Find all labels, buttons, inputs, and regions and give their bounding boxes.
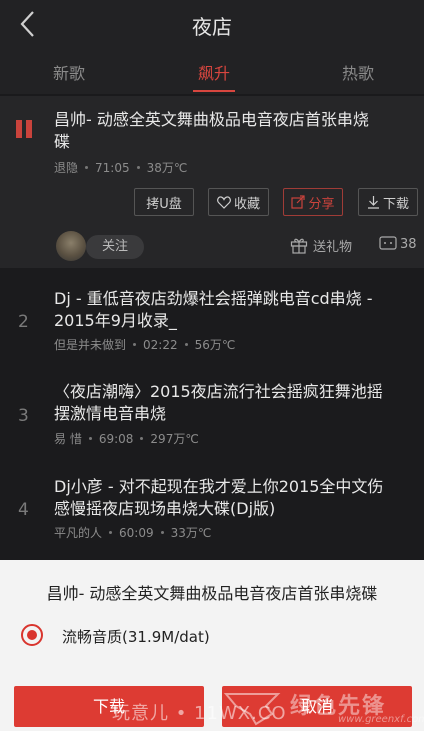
active-tab-indicator: [193, 90, 235, 92]
watermark-logo: 绿色先锋 www.greenxf.com: [222, 688, 424, 728]
download-label: 下载: [382, 196, 409, 212]
watermark-url: www.greenxf.com: [338, 714, 424, 725]
comments-button[interactable]: 38: [379, 236, 417, 252]
tab-new-songs[interactable]: 新歌: [29, 60, 109, 84]
top-bar: 夜店: [0, 0, 424, 52]
song-meta: 平凡的人 60:09 33万℃: [54, 526, 212, 540]
comment-count: 38: [400, 236, 417, 252]
gift-label: 送礼物: [313, 240, 353, 255]
follow-button[interactable]: 关注: [86, 235, 144, 259]
heart-icon: [217, 195, 231, 209]
tab-hot-songs[interactable]: 热歌: [318, 60, 398, 84]
favorite-button[interactable]: 收藏: [208, 188, 269, 216]
song-title: 〈夜店潮嗨〉2015夜店流行社会摇疯狂舞池摇 摆激情电音串烧: [54, 382, 383, 423]
song-title: Dj - 重低音夜店劲爆社会摇弹跳电音cd串烧 - 2015年9月收录_: [54, 289, 373, 330]
tab-bar: 新歌 飙升 热歌: [0, 52, 424, 94]
song-index: 2: [18, 312, 29, 332]
copy-usb-label: 拷U盘: [146, 196, 182, 212]
song-index: 4: [18, 500, 29, 520]
download-button[interactable]: 下载: [358, 188, 418, 216]
comment-icon: [379, 236, 397, 250]
song-list: 昌帅- 动感全英文舞曲极品电音夜店首张串烧 碟 退隐 71:05 38万℃ 拷U盘 …: [0, 96, 424, 561]
share-button[interactable]: 分享: [283, 188, 343, 216]
artist-name: 退隐: [54, 161, 79, 175]
song-index: 3: [18, 406, 29, 426]
play-count: 38万℃: [146, 161, 188, 175]
gift-icon: [290, 238, 308, 254]
favorite-label: 收藏: [233, 196, 260, 212]
share-label: 分享: [308, 196, 335, 212]
page-title: 夜店: [192, 15, 232, 39]
sheet-title: 昌帅- 动感全英文舞曲极品电音夜店首张串烧碟: [46, 584, 378, 603]
send-gift-button[interactable]: 送礼物: [290, 236, 352, 255]
song-title: 昌帅- 动感全英文舞曲极品电音夜店首张串烧 碟: [54, 110, 369, 151]
quality-radio[interactable]: [21, 624, 43, 646]
avatar[interactable]: [56, 231, 86, 261]
quality-option-label[interactable]: 流畅音质(31.9M/dat): [62, 626, 210, 647]
song-meta: 但是并未做到 02:22 56万℃: [54, 338, 236, 352]
download-sheet: 昌帅- 动感全英文舞曲极品电音夜店首张串烧碟 流畅音质(31.9M/dat) 下…: [0, 560, 424, 731]
pause-icon[interactable]: [16, 120, 36, 140]
share-icon: [291, 195, 306, 209]
watermark-shape-icon: [223, 693, 281, 726]
copy-usb-button[interactable]: 拷U盘: [134, 188, 194, 216]
tab-rising[interactable]: 飙升: [174, 60, 254, 84]
song-meta: 易 惜 69:08 297万℃: [54, 432, 199, 446]
song-meta: 退隐 71:05 38万℃: [54, 159, 187, 176]
download-icon: [367, 196, 379, 209]
song-row-playing[interactable]: 昌帅- 动感全英文舞曲极品电音夜店首张串烧 碟 退隐 71:05 38万℃ 拷U盘 …: [0, 96, 424, 268]
duration: 71:05: [95, 161, 130, 175]
song-title: Dj小彦 - 对不起现在我才爱上你2015全中文伤 感慢摇夜店现场串烧大碟(Dj…: [54, 477, 384, 518]
